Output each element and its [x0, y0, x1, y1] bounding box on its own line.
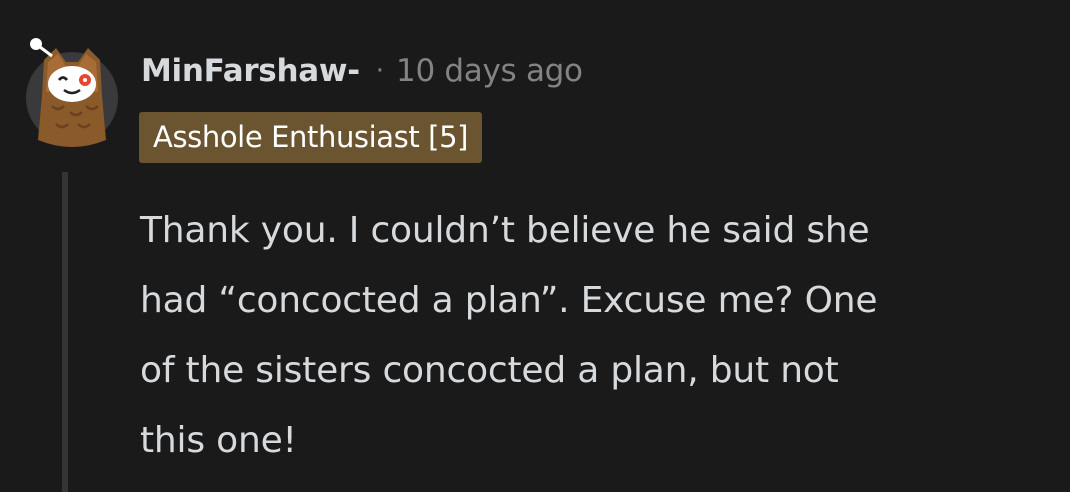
comment-body-line: had “concocted a plan”. Excuse me? One [140, 280, 878, 321]
comment: MinFarshaw- · 10 days ago Asshole Enthus… [0, 0, 1070, 492]
comment-body-line: of the sisters concocted a plan, but not [140, 350, 839, 391]
author-username[interactable]: MinFarshaw- [141, 53, 360, 89]
comment-body-line: this one! [140, 420, 297, 461]
meta-separator: · [375, 56, 385, 86]
user-flair: Asshole Enthusiast [5] [139, 112, 483, 163]
owl-snoo-avatar-icon[interactable] [22, 32, 122, 152]
comment-timestamp[interactable]: 10 days ago [396, 53, 583, 89]
comment-body-line: Thank you. I couldn’t believe he said sh… [140, 210, 870, 251]
thread-line[interactable] [62, 172, 68, 492]
comment-meta: MinFarshaw- · 10 days ago [141, 48, 583, 94]
comment-body: Thank you. I couldn’t believe he said sh… [140, 196, 1040, 476]
